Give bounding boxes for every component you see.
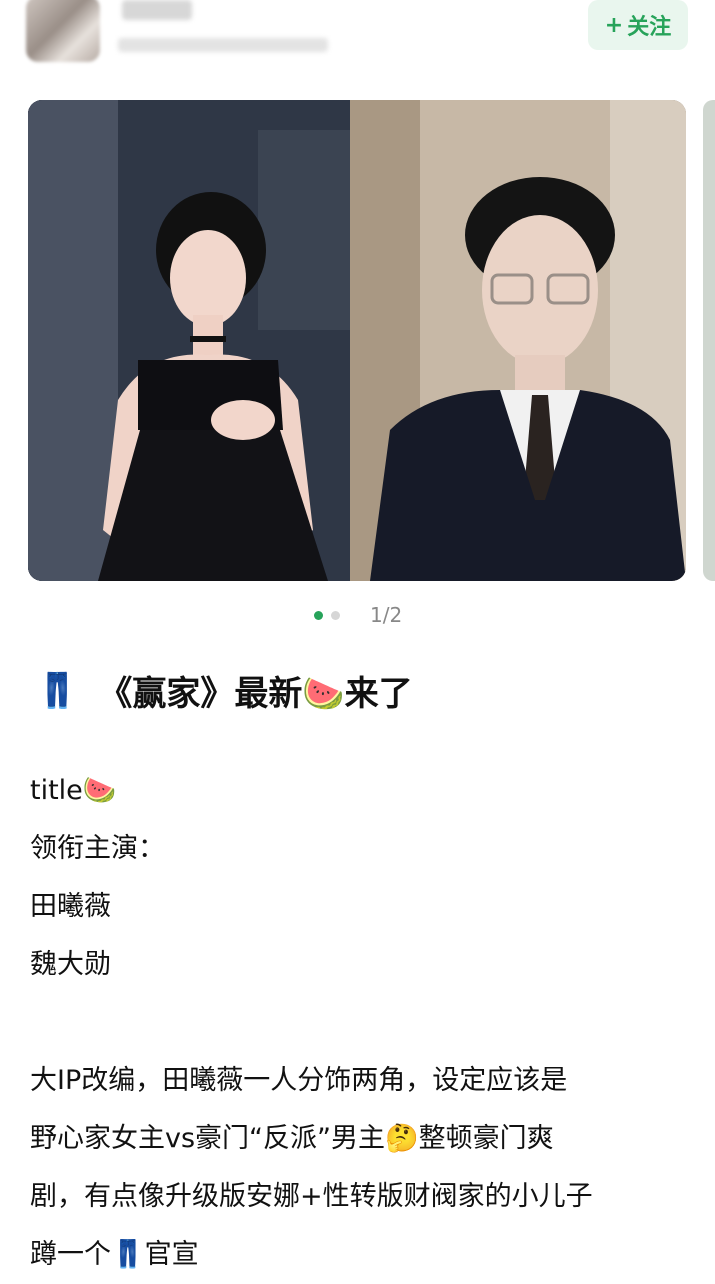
body-line: 大IP改编，田曦薇一人分饰两角，设定应该是 [30, 1065, 568, 1096]
body-line: 魏大勋 [30, 949, 111, 980]
follow-button[interactable]: + 关注 [588, 0, 688, 50]
body-line: 野心家女主vs豪门“反派”男主🤔整顿豪门爽 [30, 1123, 554, 1154]
body-line: 田曦薇 [30, 891, 111, 922]
body-line: title🍉 [30, 775, 117, 806]
post-title: 👖 《赢家》最新🍉来了 [36, 666, 413, 715]
body-line: 剧，有点像升级版安娜+性转版财阀家的小儿子 [30, 1181, 593, 1212]
author-name-blurred[interactable] [122, 0, 192, 20]
image-carousel[interactable] [28, 100, 686, 581]
avatar[interactable] [26, 0, 100, 62]
carousel-pager: 1/2 [314, 600, 402, 630]
photo-actor [350, 100, 686, 581]
plus-icon: + [604, 12, 624, 38]
post-header: + 关注 [0, 0, 715, 80]
post-body: title🍉 领衔主演： 田曦薇 魏大勋 大IP改编，田曦薇一人分饰两角，设定应… [30, 762, 690, 1284]
post-meta-blurred [118, 38, 328, 52]
body-line: 领衔主演： [30, 833, 165, 864]
body-line: 蹲一个👖官宣 [30, 1239, 199, 1270]
post-title-text: 《赢家》最新🍉来了 [98, 674, 413, 714]
actor-illustration [350, 100, 686, 581]
pager-dot-active [314, 610, 323, 620]
pager-text: 1/2 [370, 603, 403, 627]
follow-label: 关注 [627, 15, 672, 40]
pager-dot [331, 610, 340, 620]
photo-actress [28, 100, 350, 581]
jeans-icon: 👖 [36, 670, 79, 711]
next-image-peek[interactable] [703, 100, 715, 581]
actress-illustration [28, 100, 350, 581]
